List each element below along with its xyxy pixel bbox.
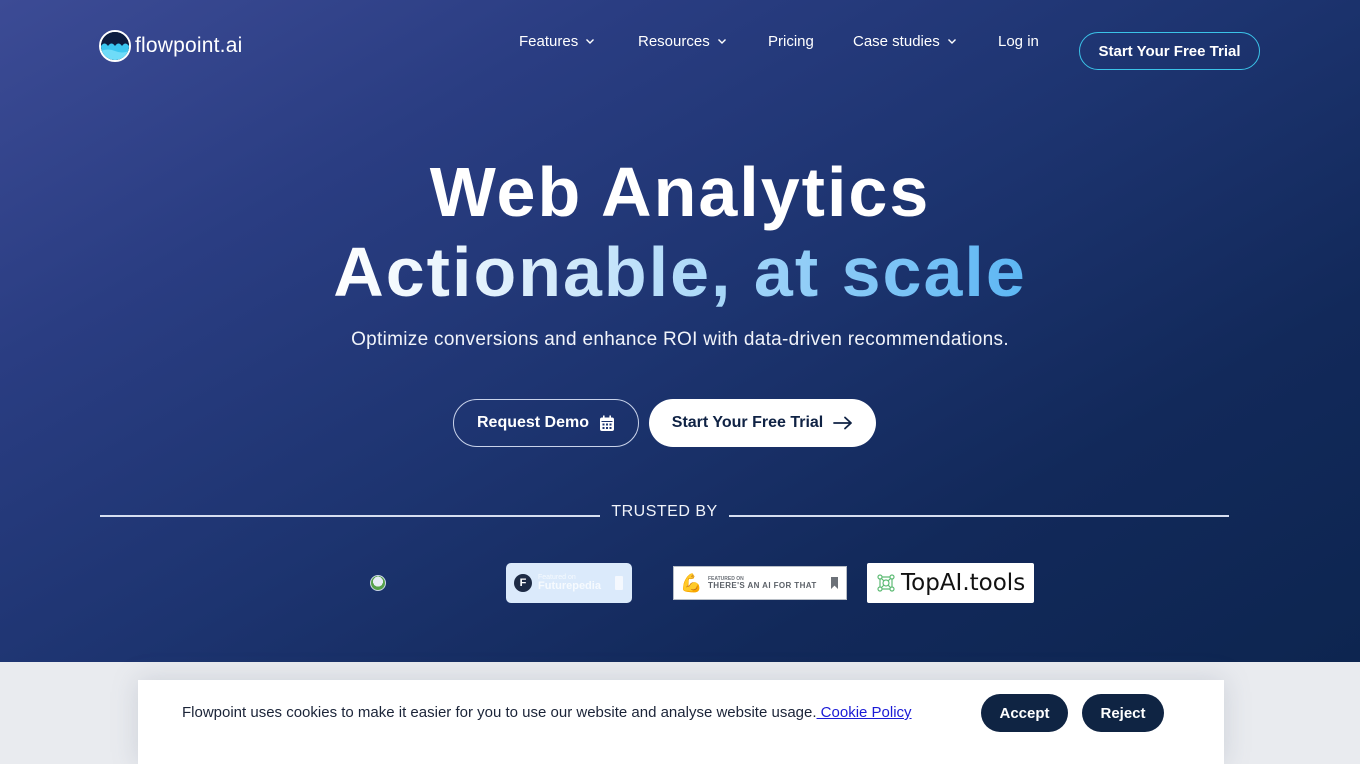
- nav-login[interactable]: Log in: [998, 33, 1039, 50]
- reject-cookies-button[interactable]: Reject: [1082, 694, 1164, 732]
- divider-right: [729, 515, 1229, 517]
- broken-image-icon[interactable]: [370, 575, 386, 591]
- topai-text: TopAI.tools: [901, 570, 1026, 596]
- cookie-text: Flowpoint uses cookies to make it easier…: [182, 704, 817, 721]
- hero-start-trial-label: Start Your Free Trial: [671, 414, 824, 431]
- futurepedia-badge[interactable]: F Featured on Futurepedia: [506, 563, 632, 603]
- hero-start-trial-button[interactable]: Start Your Free Trial: [649, 399, 876, 447]
- cookie-policy-link[interactable]: Cookie Policy: [817, 704, 912, 721]
- theres-an-ai-for-that-badge[interactable]: 💪 FEATURED ON THERE'S AN AI FOR THAT: [673, 566, 847, 600]
- nav-login-label: Log in: [998, 32, 1039, 50]
- nav-features[interactable]: Features: [519, 33, 595, 50]
- chevron-down-icon: [717, 39, 726, 44]
- nav-start-trial-button[interactable]: Start Your Free Trial: [1079, 32, 1260, 70]
- nav-pricing-label: Pricing: [768, 32, 814, 50]
- wave-circle-logo-icon: [99, 30, 131, 62]
- topai-network-icon: [877, 574, 895, 592]
- headline-line-2: Actionable, at scale: [0, 232, 1360, 312]
- flexed-arm-icon: 💪: [680, 573, 703, 593]
- cookie-banner: Flowpoint uses cookies to make it easier…: [138, 680, 1224, 764]
- hero-subtitle: Optimize conversions and enhance ROI wit…: [351, 329, 1009, 350]
- cookie-message: Flowpoint uses cookies to make it easier…: [182, 704, 912, 721]
- chevron-down-icon: [586, 39, 595, 44]
- bookmark-icon: [831, 577, 838, 589]
- upvote-icon: [614, 576, 623, 590]
- request-demo-button[interactable]: Request Demo: [453, 399, 639, 447]
- logo-text: flowpoint.ai: [135, 34, 243, 57]
- chevron-down-icon: [947, 39, 956, 44]
- calendar-icon: [600, 415, 615, 431]
- headline-line-1: Web Analytics: [429, 153, 931, 231]
- futurepedia-name: Futurepedia: [538, 580, 601, 592]
- nav-resources[interactable]: Resources: [638, 33, 727, 50]
- topai-tools-badge[interactable]: TopAI.tools: [867, 563, 1034, 603]
- trusted-by-label: TRUSTED BY: [611, 503, 718, 520]
- hero-section: flowpoint.ai Features Resources Pricing …: [0, 0, 1360, 662]
- futurepedia-logo-icon: F: [514, 574, 532, 592]
- nav-case-studies-label: Case studies: [853, 32, 940, 50]
- request-demo-label: Request Demo: [476, 414, 590, 431]
- nav-pricing[interactable]: Pricing: [768, 33, 814, 50]
- headline-line-2-text: Actionable, at scale: [333, 233, 1027, 311]
- logo[interactable]: flowpoint.ai: [99, 30, 242, 62]
- nav-case-studies[interactable]: Case studies: [853, 33, 957, 50]
- accept-cookies-button[interactable]: Accept: [981, 694, 1068, 732]
- taaft-name: THERE'S AN AI FOR THAT: [708, 580, 817, 590]
- nav-features-label: Features: [519, 32, 579, 50]
- nav-resources-label: Resources: [638, 32, 710, 50]
- divider-left: [100, 515, 600, 517]
- arrow-right-icon: [833, 416, 853, 430]
